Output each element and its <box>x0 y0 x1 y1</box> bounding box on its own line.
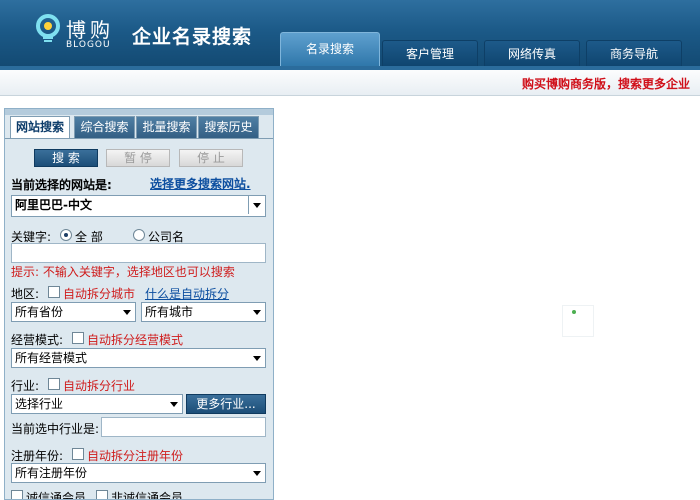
auto-split-city-label: 自动拆分城市 <box>63 287 136 301</box>
business-mode-select[interactable]: 所有经营模式 <box>11 348 266 368</box>
radio-company-name[interactable] <box>133 229 145 241</box>
hint-text: 提示: 不输入关键字，选择地区也可以搜索 <box>11 265 235 279</box>
nav-tab-business-navigation[interactable]: 商务导航 <box>586 40 682 66</box>
trust-member-checkbox[interactable] <box>11 490 23 499</box>
auto-split-mode-label: 自动拆分经营模式 <box>87 333 184 347</box>
more-industry-button[interactable]: 更多行业... <box>186 394 266 414</box>
auto-split-city-checkbox[interactable] <box>48 286 60 298</box>
logo-icon <box>36 14 60 42</box>
search-panel: 网站搜索 综合搜索 批量搜索 搜索历史 搜 索 暂 停 停 止 当前选择的网站是… <box>4 108 274 500</box>
strip-divider <box>0 66 700 70</box>
panel-topbar <box>5 109 273 115</box>
reg-year-select[interactable]: 所有注册年份 <box>11 463 266 483</box>
nav-tab-network-fax[interactable]: 网络传真 <box>484 40 580 66</box>
non-trust-member-label: 非诚信通会员 <box>111 491 184 500</box>
reg-year-label: 注册年份: <box>11 449 64 463</box>
loading-dot-icon <box>572 310 576 314</box>
chevron-down-icon <box>170 402 178 407</box>
tab-combined-search[interactable]: 综合搜索 <box>74 116 135 138</box>
business-mode-label: 经营模式: <box>11 333 64 347</box>
site-select[interactable]: 阿里巴巴-中文 <box>11 195 266 217</box>
chevron-down-icon <box>253 203 261 208</box>
industry-select-value: 选择行业 <box>15 397 64 411</box>
more-sites-link[interactable]: 选择更多搜索网站. <box>150 175 251 192</box>
auto-split-industry-checkbox[interactable] <box>48 378 60 390</box>
radio-all[interactable] <box>60 229 72 241</box>
nav-tab-customer-management[interactable]: 客户管理 <box>382 40 478 66</box>
auto-split-year-label: 自动拆分注册年份 <box>87 449 184 463</box>
tab-site-search[interactable]: 网站搜索 <box>10 116 70 139</box>
non-trust-member-checkbox[interactable] <box>96 490 108 499</box>
trust-member-label: 诚信通会员 <box>26 491 87 500</box>
chevron-down-icon <box>253 356 261 361</box>
industry-select[interactable]: 选择行业 <box>11 394 183 414</box>
chevron-down-icon <box>253 471 261 476</box>
current-industry-input[interactable] <box>101 417 266 437</box>
chevron-down-icon <box>253 310 261 315</box>
promo-strip: 购买博购商务版，搜索更多企业 <box>0 66 700 96</box>
logo-text: 博购 <box>66 18 114 42</box>
promo-text[interactable]: 购买博购商务版，搜索更多企业 <box>522 75 690 92</box>
chevron-down-icon <box>123 310 131 315</box>
app-title: 企业名录搜索 <box>132 26 253 48</box>
city-select-value: 所有城市 <box>145 305 194 319</box>
keyword-input[interactable] <box>11 243 266 263</box>
auto-split-industry-label: 自动拆分行业 <box>63 379 136 393</box>
city-select[interactable]: 所有城市 <box>141 302 266 322</box>
tab-batch-search[interactable]: 批量搜索 <box>136 116 197 138</box>
region-label: 地区: <box>11 287 40 301</box>
search-button[interactable]: 搜 索 <box>34 149 98 167</box>
loading-indicator <box>562 305 594 337</box>
tab-search-history[interactable]: 搜索历史 <box>198 116 259 138</box>
province-select[interactable]: 所有省份 <box>11 302 136 322</box>
app-header: 博购 BLOGOU 企业名录搜索 名录搜索 客户管理 网络传真 商务导航 <box>0 0 700 66</box>
auto-split-mode-checkbox[interactable] <box>72 332 84 344</box>
panel-body: 搜 索 暂 停 停 止 当前选择的网站是: 选择更多搜索网站. 阿里巴巴-中文 … <box>5 138 273 500</box>
stop-button[interactable]: 停 止 <box>179 149 243 167</box>
auto-split-year-checkbox[interactable] <box>72 448 84 460</box>
site-select-value: 阿里巴巴-中文 <box>15 198 92 212</box>
what-is-split-link[interactable]: 什么是自动拆分 <box>145 285 229 302</box>
industry-label: 行业: <box>11 379 40 393</box>
pause-button[interactable]: 暂 停 <box>106 149 170 167</box>
logo-subtext: BLOGOU <box>66 40 111 50</box>
business-mode-select-value: 所有经营模式 <box>15 351 88 365</box>
current-industry-label: 当前选中行业是: <box>11 422 100 436</box>
nav-tab-directory-search[interactable]: 名录搜索 <box>280 32 380 66</box>
site-label: 当前选择的网站是: <box>11 178 112 192</box>
reg-year-select-value: 所有注册年份 <box>15 466 88 480</box>
province-select-value: 所有省份 <box>15 305 64 319</box>
